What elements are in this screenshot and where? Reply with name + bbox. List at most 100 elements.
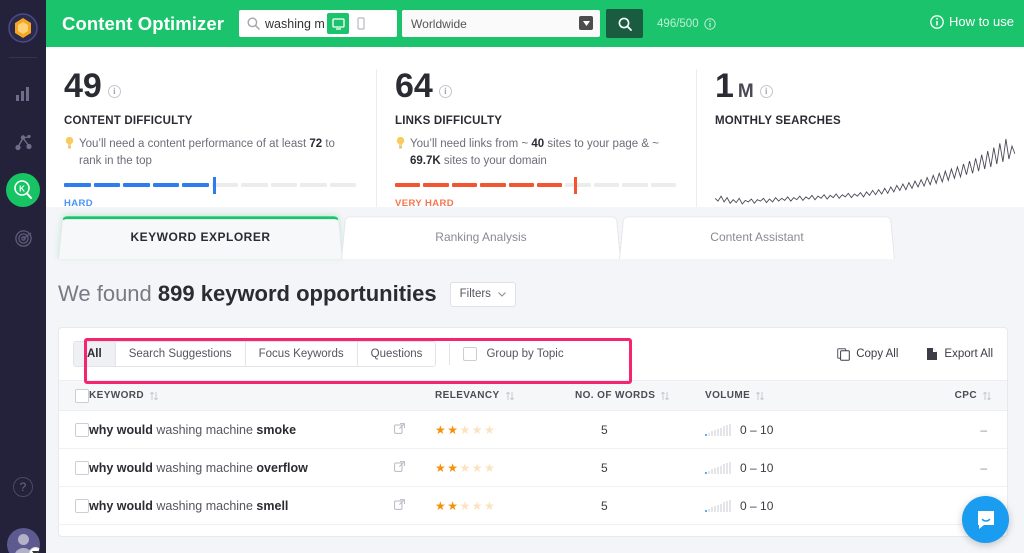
external-link-icon[interactable] [394, 422, 405, 437]
search-icon [247, 17, 260, 30]
sidebar-divider [9, 57, 37, 58]
help-button[interactable]: ? [13, 477, 33, 497]
content-difficulty-tip: You’ll need a content performance of at … [64, 136, 356, 171]
toolbar-actions: Copy All Export All [837, 347, 993, 361]
volume-value: 0 – 10 [740, 423, 774, 437]
app-logo[interactable] [0, 8, 46, 48]
col-volume[interactable]: VOLUME [705, 380, 825, 411]
row-checkbox[interactable] [75, 422, 89, 437]
monthly-searches-label: MONTHLY SEARCHES [715, 115, 841, 127]
filter-focus-keywords[interactable]: Focus Keywords [245, 342, 358, 366]
table-header: KEYWORD RELEVANCY NO. OF WORDS VOLUME CP… [59, 380, 1007, 411]
location-select[interactable]: Worldwide [402, 10, 601, 37]
row-select-cell [59, 410, 89, 449]
row-checkbox[interactable] [75, 460, 89, 475]
filter-search-suggestions[interactable]: Search Suggestions [115, 342, 246, 366]
filter-questions[interactable]: Questions [357, 342, 436, 366]
avatar[interactable] [7, 528, 40, 553]
table-row[interactable]: why would washing machine smoke ★★★★★ 5 0 –… [59, 410, 1007, 449]
monthly-searches-value-row: 1 M i [715, 69, 1004, 103]
avatar-dropdown-badge[interactable] [29, 547, 40, 553]
table-row[interactable]: why would washing machine overflow ★★★★★ 5… [59, 448, 1007, 487]
monthly-searches-value: 1 [715, 67, 734, 105]
keyword-results-card: All Search Suggestions Focus Keywords Qu… [58, 327, 1008, 537]
cell-keyword: why would washing machine smell [89, 486, 435, 525]
group-by-topic-checkbox[interactable] [463, 347, 478, 361]
keyword-text: why would washing machine smoke [89, 422, 297, 437]
search-input[interactable] [265, 16, 328, 31]
col-relevancy-label: RELEVANCY [435, 390, 500, 401]
volume-sparkline [705, 461, 731, 474]
tab-content-assistant[interactable]: Content Assistant [619, 215, 895, 259]
content-difficulty-meter [64, 176, 356, 194]
monthly-searches-sparkline [714, 138, 1016, 205]
user-avatar-icon [18, 534, 29, 545]
sort-icon [505, 391, 514, 400]
stat-content-difficulty: 49 i CONTENT DIFFICULTY You’ll need a co… [46, 69, 376, 209]
filter-all[interactable]: All [74, 342, 116, 366]
cell-no-of-words: 5 [575, 410, 705, 449]
col-no-of-words[interactable]: NO. OF WORDS [575, 380, 705, 411]
info-icon[interactable]: i [759, 85, 773, 98]
page-title: Content Optimizer [62, 12, 225, 34]
links-difficulty-value: 64 [395, 67, 433, 105]
results-summary: We found 899 keyword opportunities Filte… [46, 259, 1024, 307]
col-cpc[interactable]: CPC [825, 380, 1007, 411]
sidebar-item-keyword-research[interactable]: K [0, 166, 46, 214]
select-all-checkbox[interactable] [75, 388, 89, 403]
metrics-panel: 49 i CONTENT DIFFICULTY You’ll need a co… [46, 47, 1024, 209]
keyword-text: why would washing machine smell [89, 498, 289, 513]
sidebar-item-analytics[interactable] [0, 70, 46, 118]
copy-icon [837, 347, 851, 361]
group-by-topic-label: Group by Topic [486, 348, 564, 360]
desktop-toggle-button[interactable] [327, 13, 350, 34]
copy-all-button[interactable]: Copy All [837, 347, 898, 361]
words-value: 5 [601, 460, 608, 475]
quota-value: 496/500 [657, 17, 699, 30]
sort-icon [150, 391, 159, 400]
how-to-use-label: How to use [948, 14, 1014, 29]
radar-target-icon [14, 229, 32, 247]
filters-button[interactable]: Filters [449, 281, 516, 307]
links-difficulty-value-row: 64 i [395, 69, 676, 103]
external-link-icon[interactable] [394, 460, 405, 475]
col-keyword[interactable]: KEYWORD [89, 380, 435, 411]
search-icon [618, 17, 632, 31]
intercom-chat-button[interactable] [962, 496, 1009, 543]
external-link-icon[interactable] [394, 498, 405, 513]
lightbulb-icon [395, 136, 406, 171]
col-relevancy[interactable]: RELEVANCY [435, 380, 575, 411]
cell-no-of-words: 5 [575, 486, 705, 525]
cell-volume: 0 – 10 [705, 410, 825, 449]
results-count-text: We found 899 keyword opportunities [58, 281, 437, 306]
row-checkbox[interactable] [75, 498, 89, 513]
info-icon[interactable]: i [107, 85, 121, 98]
tab-ranking-analysis[interactable]: Ranking Analysis [341, 215, 621, 259]
volume-sparkline [705, 499, 731, 512]
how-to-use-link[interactable]: How to use [930, 14, 1014, 29]
cell-relevancy: ★★★★★ [435, 448, 575, 487]
export-all-label: Export All [944, 348, 993, 360]
sidebar-item-rank-tracker[interactable] [0, 214, 46, 262]
sidebar-item-backlinks[interactable] [0, 118, 46, 166]
desktop-icon [331, 17, 345, 30]
row-select-cell [59, 448, 89, 487]
content-difficulty-tip-text: You’ll need a content performance of at … [79, 138, 335, 168]
words-value: 5 [601, 422, 608, 437]
cell-keyword: why would washing machine overflow [89, 448, 435, 487]
info-icon[interactable] [703, 17, 716, 30]
tab-keyword-explorer[interactable]: KEYWORD EXPLORER [58, 215, 343, 259]
table-row[interactable]: why would washing machine smell ★★★★★ 5 0 –… [59, 486, 1007, 525]
stat-monthly-searches: 1 M i MONTHLY SEARCHES [696, 69, 1024, 207]
left-sidebar: K ? [0, 0, 46, 553]
info-icon [930, 14, 944, 29]
mobile-toggle-button[interactable] [350, 13, 373, 34]
search-submit-button[interactable] [606, 9, 644, 38]
stat-links-difficulty: 64 i LINKS DIFFICULTY You’ll need links … [376, 69, 696, 209]
info-icon[interactable]: i [438, 85, 452, 98]
keyword-table: KEYWORD RELEVANCY NO. OF WORDS VOLUME CP… [59, 380, 1007, 525]
content-difficulty-value-row: 49 i [64, 69, 356, 103]
toolbar-divider [449, 343, 451, 365]
export-all-button[interactable]: Export All [926, 347, 993, 361]
volume-sparkline [705, 423, 731, 436]
